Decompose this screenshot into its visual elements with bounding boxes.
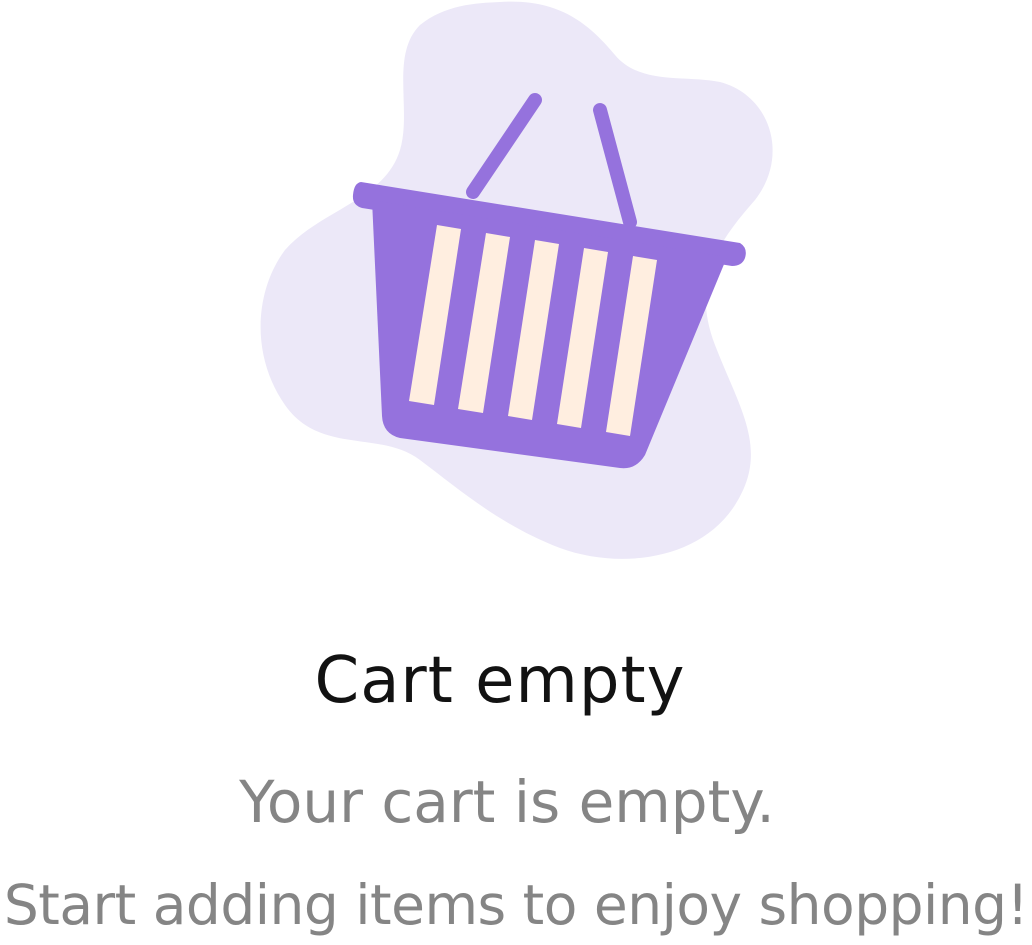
- empty-cart-illustration: [260, 1, 773, 559]
- empty-cart-message-line2: Start adding items to enjoy shopping!: [3, 873, 1029, 937]
- empty-cart-title: Cart empty: [314, 644, 686, 718]
- empty-cart-message-line1: Your cart is empty.: [239, 768, 775, 836]
